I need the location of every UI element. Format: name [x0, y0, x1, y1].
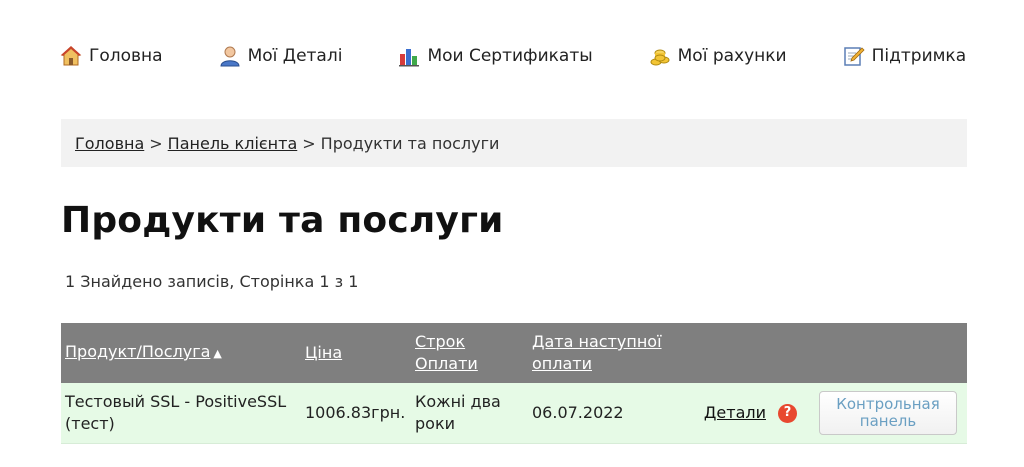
header-term: Строк Оплати: [411, 323, 528, 383]
breadcrumb: Головна > Панель клієнта > Продукти та п…: [61, 119, 967, 167]
nav-item-label: Підтримка: [871, 46, 967, 66]
control-panel-label-line2: панель: [859, 412, 917, 430]
nav-item-label: Головна: [89, 46, 163, 66]
cell-next-date: 06.07.2022: [528, 383, 696, 444]
header-next-date: Дата наступної оплати: [528, 323, 696, 383]
cell-actions: Детали ? Контрольная панель: [696, 383, 967, 444]
sort-term-link[interactable]: Строк Оплати: [415, 332, 478, 373]
top-nav: Головна Мої Деталі Мои Сертификаты Мої р…: [60, 40, 1022, 72]
product-name-suffix: (тест): [65, 414, 115, 433]
nav-item-support[interactable]: Підтримка: [843, 45, 967, 67]
header-date-line2: оплати: [532, 354, 592, 373]
page: Головна Мої Деталі Мои Сертификаты Мої р…: [0, 0, 1024, 467]
header-term-line1: Строк: [415, 332, 466, 351]
nav-item-home[interactable]: Головна: [60, 45, 163, 67]
term-line1: Кожні два: [415, 392, 501, 411]
breadcrumb-client-panel[interactable]: Панель клієнта: [168, 134, 298, 153]
nav-item-label: Мои Сертификаты: [427, 46, 593, 66]
header-term-line2: Оплати: [415, 354, 478, 373]
nav-item-my-invoices[interactable]: Мої рахунки: [649, 45, 787, 67]
breadcrumb-current: Продукти та послуги: [320, 133, 500, 153]
actions-group: Детали ? Контрольная панель: [700, 391, 967, 435]
nav-item-my-details[interactable]: Мої Деталі: [219, 45, 343, 67]
product-name: Тестовый SSL - PositiveSSL: [65, 392, 287, 411]
sort-asc-icon: ▲: [213, 347, 222, 360]
breadcrumb-home[interactable]: Головна: [75, 134, 144, 153]
header-price: Ціна: [301, 323, 411, 383]
nav-item-label: Мої рахунки: [677, 46, 787, 66]
breadcrumb-separator: >: [149, 133, 163, 153]
breadcrumb-separator: >: [302, 133, 316, 153]
table-header-row: Продукт/Послуга ▲ Ціна Строк Оплати Дата н…: [61, 323, 967, 383]
header-product: Продукт/Послуга ▲: [61, 323, 301, 383]
coins-icon: [649, 45, 671, 67]
nav-item-label: Мої Деталі: [247, 46, 343, 66]
nav-item-certificates[interactable]: Мои Сертификаты: [398, 45, 593, 67]
chart-icon: [398, 45, 420, 67]
sort-product-link[interactable]: Продукт/Послуга: [65, 342, 210, 361]
user-icon: [219, 45, 241, 67]
home-icon: [60, 45, 82, 67]
sort-price-link[interactable]: Ціна: [305, 343, 342, 362]
records-info: 1 Знайдено записів, Сторінка 1 з 1: [65, 272, 359, 291]
help-icon[interactable]: ?: [778, 403, 797, 423]
control-panel-button[interactable]: Контрольная панель: [819, 391, 957, 435]
pencil-note-icon: [843, 45, 865, 67]
table-row: Тестовый SSL - PositiveSSL (тест) 1006.8…: [61, 383, 967, 444]
control-panel-label-line1: Контрольная: [836, 395, 940, 413]
term-line2: роки: [415, 414, 456, 433]
products-table: Продукт/Послуга ▲ Ціна Строк Оплати Дата н…: [61, 323, 967, 444]
cell-product: Тестовый SSL - PositiveSSL (тест): [61, 383, 301, 444]
page-title: Продукти та послуги: [61, 200, 504, 241]
cell-term: Кожні два роки: [411, 383, 528, 444]
cell-price: 1006.83грн.: [301, 383, 411, 444]
sort-date-link[interactable]: Дата наступної оплати: [532, 332, 662, 373]
details-link[interactable]: Детали: [704, 402, 766, 424]
header-actions: [696, 323, 967, 383]
header-date-line1: Дата наступної: [532, 332, 662, 351]
